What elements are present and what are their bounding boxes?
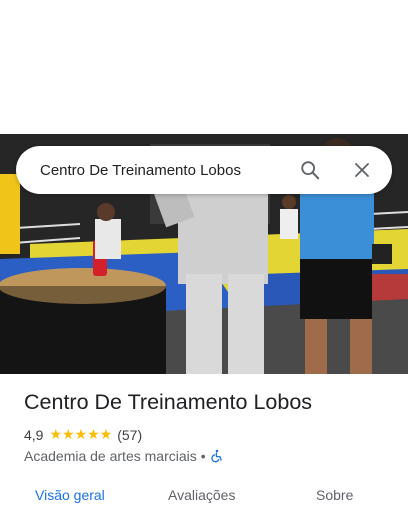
close-icon	[355, 163, 369, 177]
star-rating-icon: ★★★★★	[49, 426, 113, 442]
separator-dot: •	[200, 448, 206, 464]
wheelchair-icon[interactable]	[210, 449, 224, 463]
tab-about[interactable]: Sobre	[316, 487, 353, 503]
rating-row[interactable]: 4,9 ★★★★★ (57)	[24, 426, 142, 443]
search-bar[interactable]: Centro De Treinamento Lobos	[16, 146, 392, 194]
search-icon	[301, 161, 320, 180]
tab-reviews[interactable]: Avaliações	[168, 487, 235, 503]
place-category: Academia de artes marciais	[24, 448, 197, 464]
search-button[interactable]	[292, 152, 328, 188]
place-title: Centro De Treinamento Lobos	[24, 390, 313, 414]
review-count[interactable]: (57)	[117, 427, 142, 443]
tab-overview[interactable]: Visão geral	[35, 487, 105, 503]
close-button[interactable]	[344, 152, 380, 188]
search-input[interactable]: Centro De Treinamento Lobos	[40, 162, 292, 179]
tab-bar: Visão geral Avaliações Sobre	[0, 478, 408, 508]
category-row: Academia de artes marciais •	[24, 448, 224, 464]
rating-value: 4,9	[24, 426, 44, 443]
